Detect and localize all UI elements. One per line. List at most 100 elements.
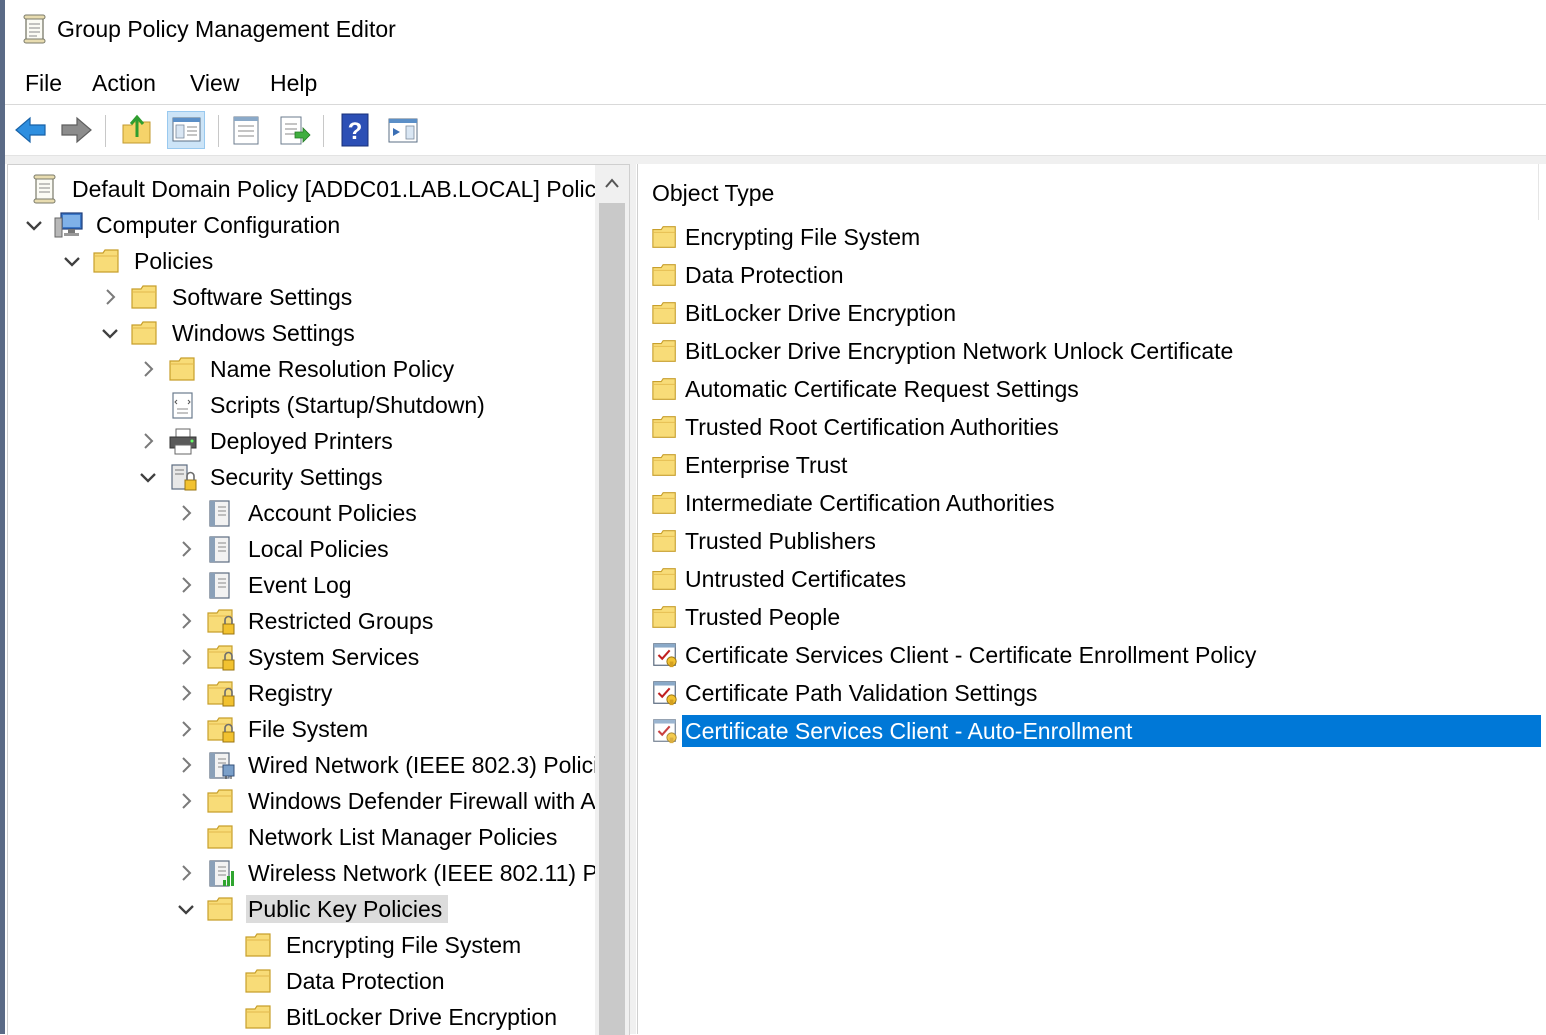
help-button[interactable]: ? [336,111,374,149]
tree-item-label: Restricted Groups [248,608,434,634]
tree-item-label: Policies [134,248,214,274]
folder-icon [652,530,676,552]
list-item-label: Trusted Publishers [685,528,876,554]
list-item[interactable]: Certificate Services Client - Certificat… [648,636,1541,674]
chevron-down-icon[interactable] [174,897,198,921]
chevron-right-icon[interactable] [98,285,122,309]
policy-setting-icon [653,681,677,706]
menu-view[interactable]: View [190,70,239,97]
tree-item-label: Network List Manager Policies [248,824,558,850]
folder-icon [652,568,676,590]
policy-setting-icon [653,643,677,668]
policy-book-icon [209,536,230,563]
list-item[interactable]: Encrypting File System [648,218,1541,256]
folder-icon [207,789,233,813]
chevron-right-icon[interactable] [136,429,160,453]
folder-icon [652,492,676,514]
folder-icon [131,285,157,309]
list-item[interactable]: Automatic Certificate Request Settings [648,370,1541,408]
chevron-right-icon[interactable] [174,861,198,885]
policy-book-icon [209,500,230,527]
list-item[interactable]: Certificate Path Validation Settings [648,674,1541,712]
list-item-label: Untrusted Certificates [685,566,907,592]
tree-item-label: Security Settings [210,464,383,490]
list-item-label: Data Protection [685,262,844,288]
chevron-right-icon[interactable] [174,789,198,813]
folder-icon [169,357,195,381]
toolbar-separator [105,115,106,147]
folder-icon [652,378,676,400]
folder-up-icon [122,114,151,144]
show-hide-action-pane-button[interactable] [384,111,422,149]
back-button[interactable] [12,111,50,149]
tree-item-label: BitLocker Drive Encryption [286,1004,557,1030]
folder-icon [652,340,676,362]
properties-icon [233,116,259,145]
list-item-label: Trusted People [685,604,841,630]
list-item[interactable]: Trusted People [648,598,1541,636]
details-pane[interactable]: Object Type Encrypting File System Data P… [637,164,1546,1034]
menu-action[interactable]: Action [92,70,156,97]
folder-icon [245,969,271,993]
chevron-right-icon[interactable] [174,645,198,669]
chevron-right-icon[interactable] [174,609,198,633]
export-list-button[interactable] [275,111,313,149]
folder-icon [245,1005,271,1029]
chevron-right-icon[interactable] [174,681,198,705]
list-item[interactable]: Enterprise Trust [648,446,1541,484]
list-item-label: Intermediate Certification Authorities [685,490,1055,516]
tree-item-label: Windows Defender Firewall with A [248,788,596,814]
console-tree-icon [172,117,201,142]
list-item-label: Automatic Certificate Request Settings [685,376,1079,402]
list-item[interactable]: Trusted Publishers [648,522,1541,560]
menu-file[interactable]: File [25,70,62,97]
tree-item-label: Account Policies [248,500,417,526]
folder-lock-icon [207,681,235,707]
chevron-down-icon[interactable] [136,465,160,489]
export-list-icon [280,116,311,145]
list-item[interactable]: Trusted Root Certification Authorities [648,408,1541,446]
pane-splitter[interactable] [630,164,636,1034]
pane-gap [5,156,1546,164]
help-icon: ? [341,113,369,147]
folder-icon [652,226,676,248]
column-header-object-type[interactable]: Object Type [652,180,774,207]
list-item[interactable]: BitLocker Drive Encryption Network Unloc… [648,332,1541,370]
chevron-right-icon[interactable] [174,573,198,597]
chevron-right-icon[interactable] [174,537,198,561]
list-item[interactable]: Data Protection [648,256,1541,294]
scrollbar-thumb[interactable] [599,203,625,1035]
chevron-right-icon[interactable] [136,357,160,381]
tree-vertical-scrollbar[interactable] [595,165,629,1035]
folder-icon [93,249,119,273]
scroll-up-arrow-icon[interactable] [603,175,621,193]
menu-help[interactable]: Help [270,70,317,97]
show-hide-console-tree-button[interactable] [167,111,205,149]
up-one-level-button[interactable] [118,111,156,149]
chevron-right-icon[interactable] [174,501,198,525]
list-item[interactable]: Certificate Services Client - Auto-Enrol… [648,712,1541,750]
tree-item-label: Default Domain Policy [ADDC01.LAB.LOCAL]… [72,176,608,202]
list-item[interactable]: Untrusted Certificates [648,560,1541,598]
list-item[interactable]: BitLocker Drive Encryption [648,294,1541,332]
folder-icon [131,321,157,345]
policy-setting-icon [653,719,677,744]
tree-item-label: Software Settings [172,284,353,310]
forward-button[interactable] [57,111,95,149]
folder-icon [652,606,676,628]
list-item-label: Enterprise Trust [685,452,848,478]
tree-item-label: Data Protection [286,968,445,994]
policy-book-icon [209,572,230,599]
column-divider[interactable] [1538,164,1539,220]
console-tree-pane[interactable]: Default Domain Policy [ADDC01.LAB.LOCAL]… [7,164,630,1035]
tree-item-label: Windows Settings [172,320,355,346]
list-item[interactable]: Intermediate Certification Authorities [648,484,1541,522]
chevron-right-icon[interactable] [174,753,198,777]
tree-item-label: Wireless Network (IEEE 802.11) Pol [248,860,616,886]
chevron-down-icon[interactable] [98,321,122,345]
chevron-down-icon[interactable] [22,213,46,237]
properties-button[interactable] [227,111,265,149]
forward-arrow-icon [61,116,92,144]
chevron-down-icon[interactable] [60,249,84,273]
chevron-right-icon[interactable] [174,717,198,741]
